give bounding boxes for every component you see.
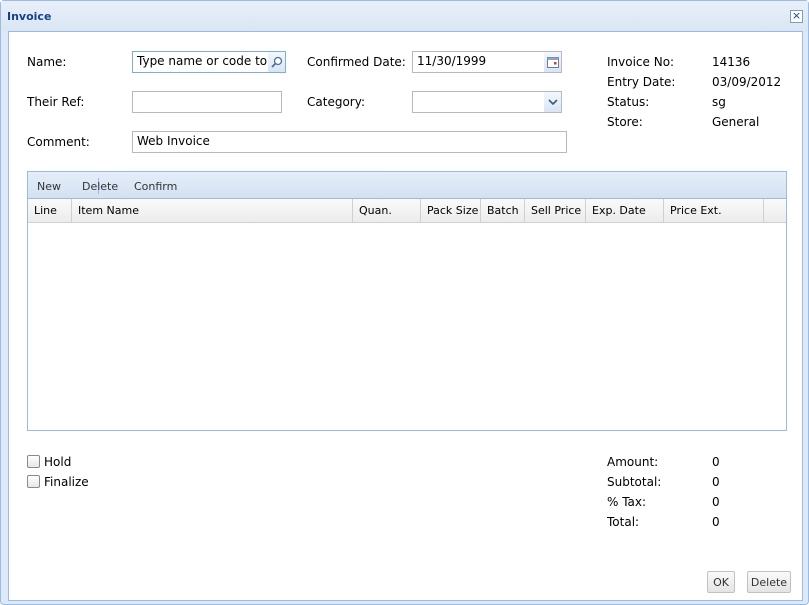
name-search-input[interactable]: Type name or code to se (132, 51, 269, 73)
calendar-icon (546, 57, 559, 68)
hold-label: Hold (44, 455, 72, 469)
window-title: Invoice (7, 10, 52, 23)
finalize-checkbox[interactable] (27, 475, 40, 488)
delete-line-button[interactable]: Delete (82, 180, 118, 193)
their-ref-label: Their Ref: (27, 95, 85, 109)
column-header-item-name[interactable]: Item Name (72, 199, 353, 222)
date-picker-trigger[interactable] (544, 51, 562, 73)
entry-date-label: Entry Date: (607, 75, 676, 89)
finalize-label: Finalize (44, 475, 89, 489)
hold-checkbox[interactable] (27, 455, 40, 468)
amount-value: 0 (712, 455, 720, 469)
grid-toolbar: New Delete Confirm (28, 172, 786, 199)
grid-header: Line Item Name Quan. Pack Size Batch Sel… (28, 199, 786, 223)
subtotal-value: 0 (712, 475, 720, 489)
column-header-pack-size[interactable]: Pack Size (421, 199, 481, 222)
status-label: Status: (607, 95, 650, 109)
category-select[interactable] (412, 91, 545, 113)
ok-button[interactable]: OK (707, 571, 735, 593)
comment-label: Comment: (27, 135, 90, 149)
name-search-trigger[interactable] (268, 51, 286, 73)
category-trigger[interactable] (544, 91, 562, 113)
total-value: 0 (712, 515, 720, 529)
column-header-line[interactable]: Line (28, 199, 72, 222)
confirm-button[interactable]: Confirm (134, 180, 177, 193)
category-label: Category: (307, 95, 365, 109)
entry-date-value: 03/09/2012 (712, 75, 782, 89)
column-header-price-ext[interactable]: Price Ext. (664, 199, 764, 222)
invoice-no-value: 14136 (712, 55, 751, 69)
confirmed-date-label: Confirmed Date: (307, 55, 406, 69)
store-value: General (712, 115, 760, 129)
name-label: Name: (27, 55, 67, 69)
tax-value: 0 (712, 495, 720, 509)
amount-label: Amount: (607, 455, 659, 469)
close-icon[interactable]: × (790, 10, 803, 23)
invoice-lines-grid: New Delete Confirm Line Item Name Quan. … (27, 171, 787, 431)
delete-invoice-button[interactable]: Delete (747, 571, 791, 593)
total-label: Total: (607, 515, 640, 529)
column-header-sell-price[interactable]: Sell Price (525, 199, 586, 222)
status-value: sg (712, 95, 726, 109)
their-ref-input[interactable] (132, 91, 282, 113)
store-label: Store: (607, 115, 643, 129)
column-header-batch[interactable]: Batch (481, 199, 525, 222)
tax-label: % Tax: (607, 495, 647, 509)
subtotal-label: Subtotal: (607, 475, 662, 489)
chevron-down-icon (547, 99, 558, 106)
window-titlebar[interactable]: Invoice × (1, 1, 808, 31)
comment-input[interactable]: Web Invoice (132, 131, 567, 153)
invoice-no-label: Invoice No: (607, 55, 675, 69)
confirmed-date-input[interactable]: 11/30/1999 (412, 51, 545, 73)
new-line-button[interactable]: New (37, 180, 61, 193)
column-header-exp-date[interactable]: Exp. Date (586, 199, 664, 222)
magnifier-icon (270, 56, 282, 68)
column-header-quantity[interactable]: Quan. (353, 199, 421, 222)
